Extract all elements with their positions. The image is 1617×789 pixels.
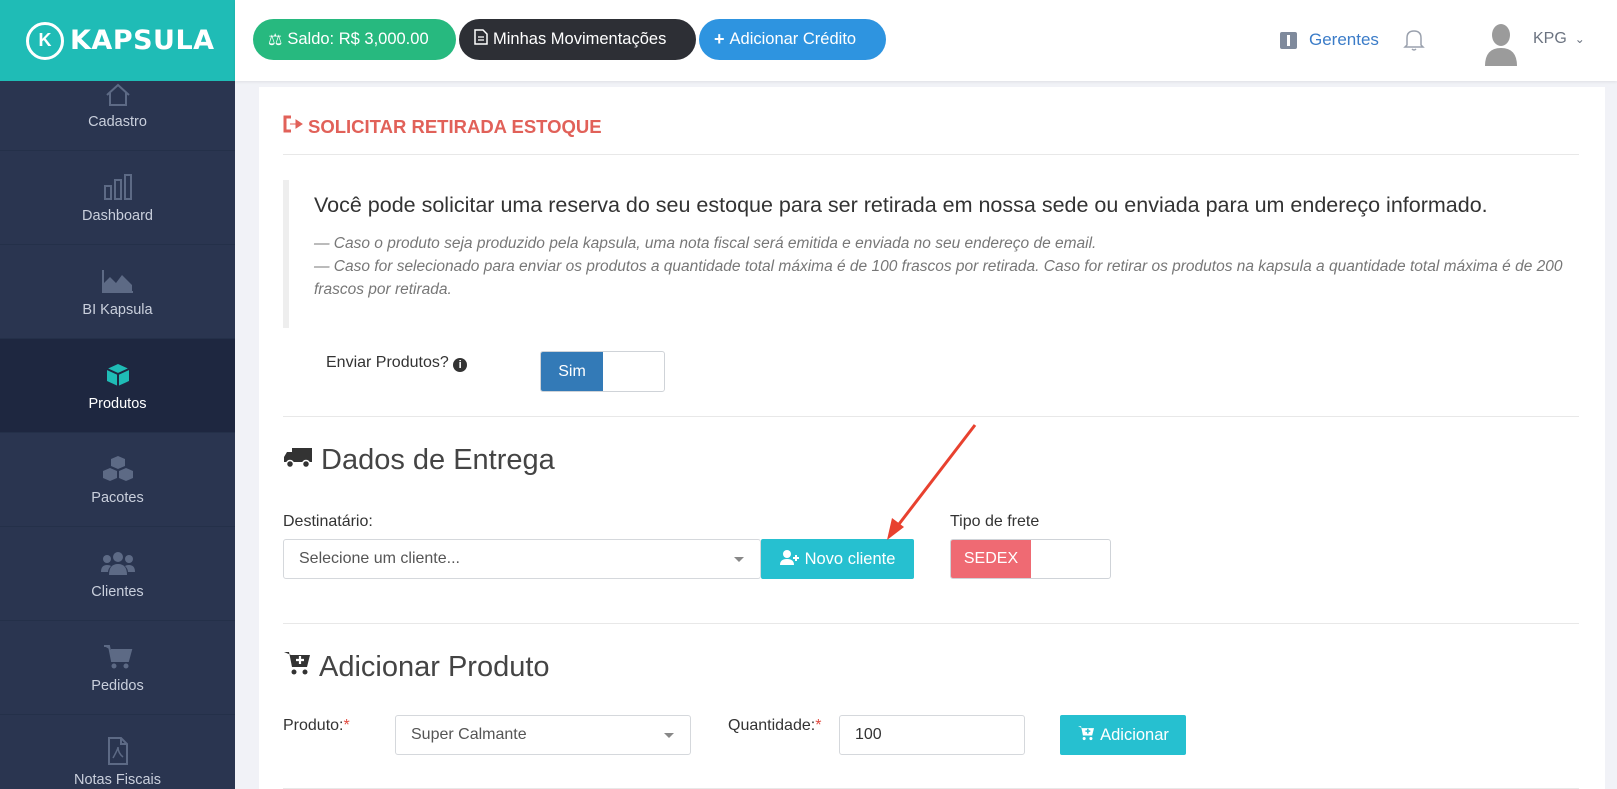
sidebar-item-label: Pacotes bbox=[91, 489, 144, 506]
enviar-produtos-toggle[interactable]: Sim bbox=[540, 351, 665, 392]
sidebar-item-label: Produtos bbox=[88, 395, 147, 412]
bar-chart-icon bbox=[103, 172, 133, 202]
produto-label: Produto:* bbox=[283, 717, 350, 735]
info-card-icon bbox=[1280, 31, 1297, 49]
cube-icon bbox=[105, 360, 131, 390]
user-name: KPG bbox=[1533, 30, 1567, 47]
sidebar-item-label: Cadastro bbox=[88, 114, 147, 130]
cubes-icon bbox=[102, 454, 134, 484]
sidebar-item-label: Notas Fiscais bbox=[73, 771, 162, 788]
toggle-on-label: SEDEX bbox=[951, 540, 1031, 578]
plus-icon: + bbox=[714, 29, 725, 49]
bell-icon[interactable] bbox=[1403, 28, 1425, 57]
sidebar-item-clientes[interactable]: Clientes bbox=[0, 527, 235, 621]
cart-plus-icon bbox=[283, 650, 311, 684]
user-menu[interactable]: KPG ⌄ bbox=[1533, 30, 1585, 48]
caret-down-icon bbox=[734, 557, 744, 562]
info-lead-text: Você pode solicitar uma reserva do seu e… bbox=[314, 193, 1488, 217]
saldo-label: Saldo: R$ 3,000.00 bbox=[287, 30, 429, 48]
brand-name: KAPSULA bbox=[70, 25, 215, 56]
tipo-de-frete-toggle[interactable]: SEDEX bbox=[950, 539, 1111, 579]
document-icon bbox=[474, 29, 488, 50]
gerentes-label: Gerentes bbox=[1309, 30, 1379, 49]
quantidade-input[interactable]: 100 bbox=[839, 715, 1025, 755]
sidebar-item-produtos[interactable]: Produtos bbox=[0, 339, 235, 433]
divider bbox=[283, 623, 1579, 624]
quantidade-label: Quantidade:* bbox=[728, 717, 821, 735]
sidebar-item-bi-kapsula[interactable]: BI Kapsula bbox=[0, 245, 235, 339]
avatar[interactable] bbox=[1483, 22, 1519, 66]
destinatario-label: Destinatário: bbox=[283, 513, 373, 530]
sidebar-item-pacotes[interactable]: Pacotes bbox=[0, 433, 235, 527]
sidebar-item-dashboard[interactable]: Dashboard bbox=[0, 151, 235, 245]
sidebar-item-cadastro[interactable]: Cadastro bbox=[0, 81, 235, 151]
destinatario-select[interactable]: Selecione um cliente... bbox=[283, 539, 761, 579]
user-plus-icon bbox=[779, 549, 800, 570]
home-icon bbox=[105, 81, 131, 108]
page-title: SOLICITAR RETIRADA ESTOQUE bbox=[283, 115, 602, 138]
info-note: — Caso for selecionado para enviar os pr… bbox=[314, 258, 1563, 298]
tipo-de-frete-label: Tipo de frete bbox=[950, 513, 1040, 530]
minhas-movimentacoes-button[interactable]: Minhas Movimentações bbox=[459, 19, 696, 60]
quantidade-label-text: Quantidade: bbox=[728, 717, 816, 734]
movimentacoes-label: Minhas Movimentações bbox=[493, 30, 667, 48]
balance-scale-icon: ⚖ bbox=[268, 31, 283, 49]
info-blockquote: Você pode solicitar uma reserva do seu e… bbox=[283, 180, 1579, 328]
dados-de-entrega-heading: Dados de Entrega bbox=[283, 444, 555, 477]
sign-out-icon bbox=[283, 115, 303, 138]
info-circle-icon[interactable]: i bbox=[453, 358, 468, 372]
sidebar-item-pedidos[interactable]: Pedidos bbox=[0, 621, 235, 715]
sidebar-item-label: Dashboard bbox=[82, 207, 153, 224]
adicionar-produto-title: Adicionar Produto bbox=[319, 650, 550, 683]
novo-cliente-button[interactable]: Novo cliente bbox=[761, 539, 914, 579]
caret-down-icon bbox=[664, 733, 674, 738]
brand-logo[interactable]: K KAPSULA bbox=[0, 0, 235, 81]
enviar-produtos-label: Enviar Produtos? i bbox=[326, 354, 468, 372]
adicionar-label: Adicionar bbox=[1100, 725, 1169, 744]
saldo-button[interactable]: ⚖ Saldo: R$ 3,000.00 bbox=[253, 19, 456, 60]
truck-icon bbox=[283, 444, 313, 477]
sidebar: K KAPSULA Cadastro Dashboard BI Kapsula bbox=[0, 0, 235, 789]
adicionar-credito-button[interactable]: + Adicionar Crédito bbox=[699, 19, 886, 60]
novo-cliente-label: Novo cliente bbox=[804, 549, 896, 568]
produto-selected-value: Super Calmante bbox=[411, 726, 527, 743]
toggle-on-label: Sim bbox=[541, 352, 603, 391]
cart-plus-icon bbox=[1077, 725, 1095, 746]
adicionar-produto-button[interactable]: Adicionar bbox=[1060, 715, 1186, 755]
destinatario-placeholder: Selecione um cliente... bbox=[299, 550, 460, 567]
required-mark: * bbox=[815, 717, 822, 734]
pdf-file-icon bbox=[107, 736, 129, 766]
adicionar-produto-heading: Adicionar Produto bbox=[283, 650, 550, 684]
page-title-text: SOLICITAR RETIRADA ESTOQUE bbox=[308, 115, 602, 137]
required-mark: * bbox=[343, 717, 350, 734]
sidebar-item-label: BI Kapsula bbox=[82, 301, 153, 318]
dados-de-entrega-title: Dados de Entrega bbox=[321, 444, 555, 476]
cart-icon bbox=[103, 642, 133, 672]
sidebar-item-notas-fiscais[interactable]: Notas Fiscais bbox=[0, 715, 235, 789]
gerentes-link[interactable]: Gerentes bbox=[1280, 30, 1379, 50]
info-notes: — Caso o produto seja produzido pela kap… bbox=[314, 232, 1579, 301]
sidebar-item-label: Clientes bbox=[91, 583, 144, 600]
area-chart-icon bbox=[101, 266, 134, 296]
main-card: SOLICITAR RETIRADA ESTOQUE Você pode sol… bbox=[259, 87, 1605, 789]
chevron-down-icon: ⌄ bbox=[1574, 32, 1585, 46]
adicionar-credito-label: Adicionar Crédito bbox=[729, 30, 857, 48]
kapsula-logo-icon: K bbox=[26, 21, 64, 60]
enviar-produtos-text: Enviar Produtos? bbox=[326, 354, 449, 371]
divider bbox=[283, 154, 1579, 155]
divider bbox=[283, 416, 1579, 417]
users-icon bbox=[100, 548, 135, 578]
info-note: — Caso o produto seja produzido pela kap… bbox=[314, 235, 1097, 252]
sidebar-item-label: Pedidos bbox=[91, 677, 144, 694]
sidebar-nav: Cadastro Dashboard BI Kapsula Produtos P… bbox=[0, 81, 235, 789]
top-header: ⚖ Saldo: R$ 3,000.00 Minhas Movimentaçõe… bbox=[235, 0, 1617, 81]
produto-label-text: Produto: bbox=[283, 717, 344, 734]
produto-select[interactable]: Super Calmante bbox=[395, 715, 691, 755]
